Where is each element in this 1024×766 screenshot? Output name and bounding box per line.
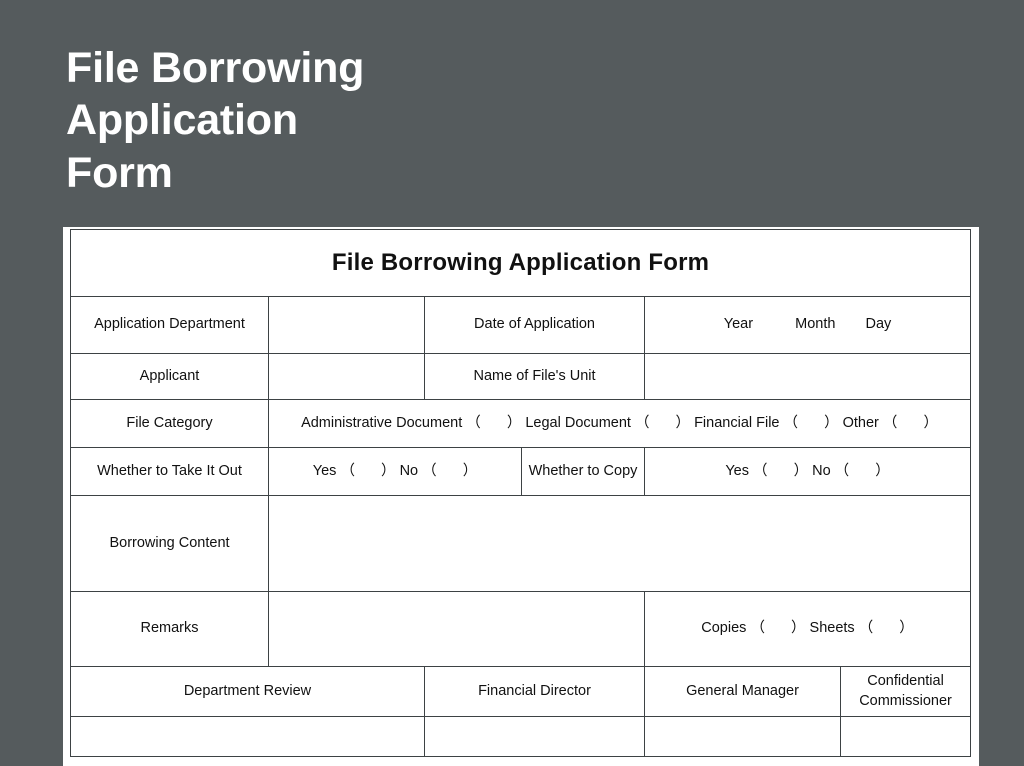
file-category-option-other: Other <box>842 414 879 431</box>
copies-paren-open: （ <box>750 620 765 637</box>
sheets-paren-close: ） <box>899 620 914 637</box>
file-borrowing-application-form: File Borrowing Application Form Applicat… <box>69 229 972 757</box>
whether-to-copy-label: Whether to Copy <box>521 447 645 496</box>
take-out-yes-label: Yes <box>312 462 337 479</box>
copies-label: Copies <box>701 620 747 637</box>
file-category-paren-close-1: ） <box>506 414 522 431</box>
confidential-commissioner-value[interactable] <box>839 716 972 757</box>
applicant-value[interactable] <box>268 353 425 400</box>
file-category-row: File Category Administrative Document （ … <box>70 399 972 448</box>
date-of-application-label: Date of Application <box>424 296 645 354</box>
take-out-yes-paren-open: （ <box>340 462 355 479</box>
date-month-label: Month <box>795 316 836 333</box>
department-review-value[interactable] <box>70 716 425 757</box>
take-out-yes-paren-close: ） <box>381 462 396 479</box>
financial-director-value[interactable] <box>424 716 645 757</box>
take-out-copy-row: Whether to Take It Out Yes （ ） No （ ） Wh… <box>70 447 972 496</box>
remarks-row: Remarks Copies （ ） Sheets （ ） <box>70 591 972 667</box>
file-category-paren-open-3: （ <box>783 414 799 431</box>
file-category-paren-close-4: ） <box>923 414 938 431</box>
department-review-label: Department Review <box>70 666 425 717</box>
take-out-no-paren-open: （ <box>422 462 437 479</box>
remarks-value[interactable] <box>268 591 645 667</box>
file-unit-value[interactable] <box>643 353 972 400</box>
file-category-option-financial: Financial File <box>694 414 780 431</box>
file-category-paren-open-4: （ <box>882 414 898 431</box>
sheets-paren-open: （ <box>858 620 874 637</box>
copy-yes-paren-open: （ <box>753 462 768 479</box>
financial-director-label: Financial Director <box>424 666 645 717</box>
take-out-no-paren-close: ） <box>462 462 478 479</box>
file-category-paren-open-1: （ <box>466 414 481 431</box>
file-category-label: File Category <box>70 399 269 448</box>
applicant-label: Applicant <box>70 353 269 400</box>
copy-no-label: No <box>812 462 831 479</box>
whether-take-it-out-options[interactable]: Yes （ ） No （ ） <box>268 447 522 496</box>
remarks-copies-sheets[interactable]: Copies （ ） Sheets （ ） <box>643 591 972 667</box>
application-department-row: Application Department Date of Applicati… <box>70 296 972 354</box>
file-category-option-legal: Legal Document <box>525 414 631 431</box>
file-category-option-administrative: Administrative Document <box>301 414 463 431</box>
date-year-label: Year <box>723 316 754 333</box>
whether-take-it-out-label: Whether to Take It Out <box>70 447 269 496</box>
borrowing-content-row: Borrowing Content <box>70 495 972 592</box>
date-day-label: Day <box>865 316 892 333</box>
form-title: File Borrowing Application Form <box>69 229 972 297</box>
take-out-no-label: No <box>399 462 419 479</box>
remarks-label: Remarks <box>70 591 269 667</box>
date-of-application-value[interactable]: Year Month Day <box>643 296 972 354</box>
general-manager-label: General Manager <box>644 666 841 717</box>
signature-blank-row <box>70 716 972 757</box>
form-title-row: File Borrowing Application Form <box>69 229 972 297</box>
file-category-paren-close-3: ） <box>824 414 839 431</box>
application-department-label: Application Department <box>70 296 269 354</box>
borrowing-content-value[interactable] <box>267 495 972 592</box>
applicant-row: Applicant Name of File's Unit <box>70 353 972 400</box>
application-department-value[interactable] <box>268 296 425 354</box>
copy-no-paren-open: （ <box>834 462 850 479</box>
file-unit-label: Name of File's Unit <box>424 353 645 400</box>
whether-to-copy-options[interactable]: Yes （ ） No （ ） <box>643 447 972 496</box>
copies-paren-close: ） <box>791 620 806 637</box>
sheets-label: Sheets <box>809 620 855 637</box>
file-category-paren-close-2: ） <box>675 414 691 431</box>
copy-no-paren-close: ） <box>875 462 890 479</box>
file-category-options[interactable]: Administrative Document （ ） Legal Docume… <box>267 399 972 448</box>
borrowing-content-label: Borrowing Content <box>70 495 269 592</box>
copy-yes-paren-close: ） <box>793 462 809 479</box>
slide-title: File Borrowing Application Form <box>66 44 365 197</box>
file-category-paren-open-2: （ <box>634 414 650 431</box>
confidential-commissioner-label: Confidential Commissioner <box>839 666 972 717</box>
file-category-options-line: Administrative Document （ ） Legal Docume… <box>273 414 966 433</box>
general-manager-value[interactable] <box>644 716 841 757</box>
copy-yes-label: Yes <box>725 462 749 479</box>
signature-header-row: Department Review Financial Director Gen… <box>70 666 972 717</box>
